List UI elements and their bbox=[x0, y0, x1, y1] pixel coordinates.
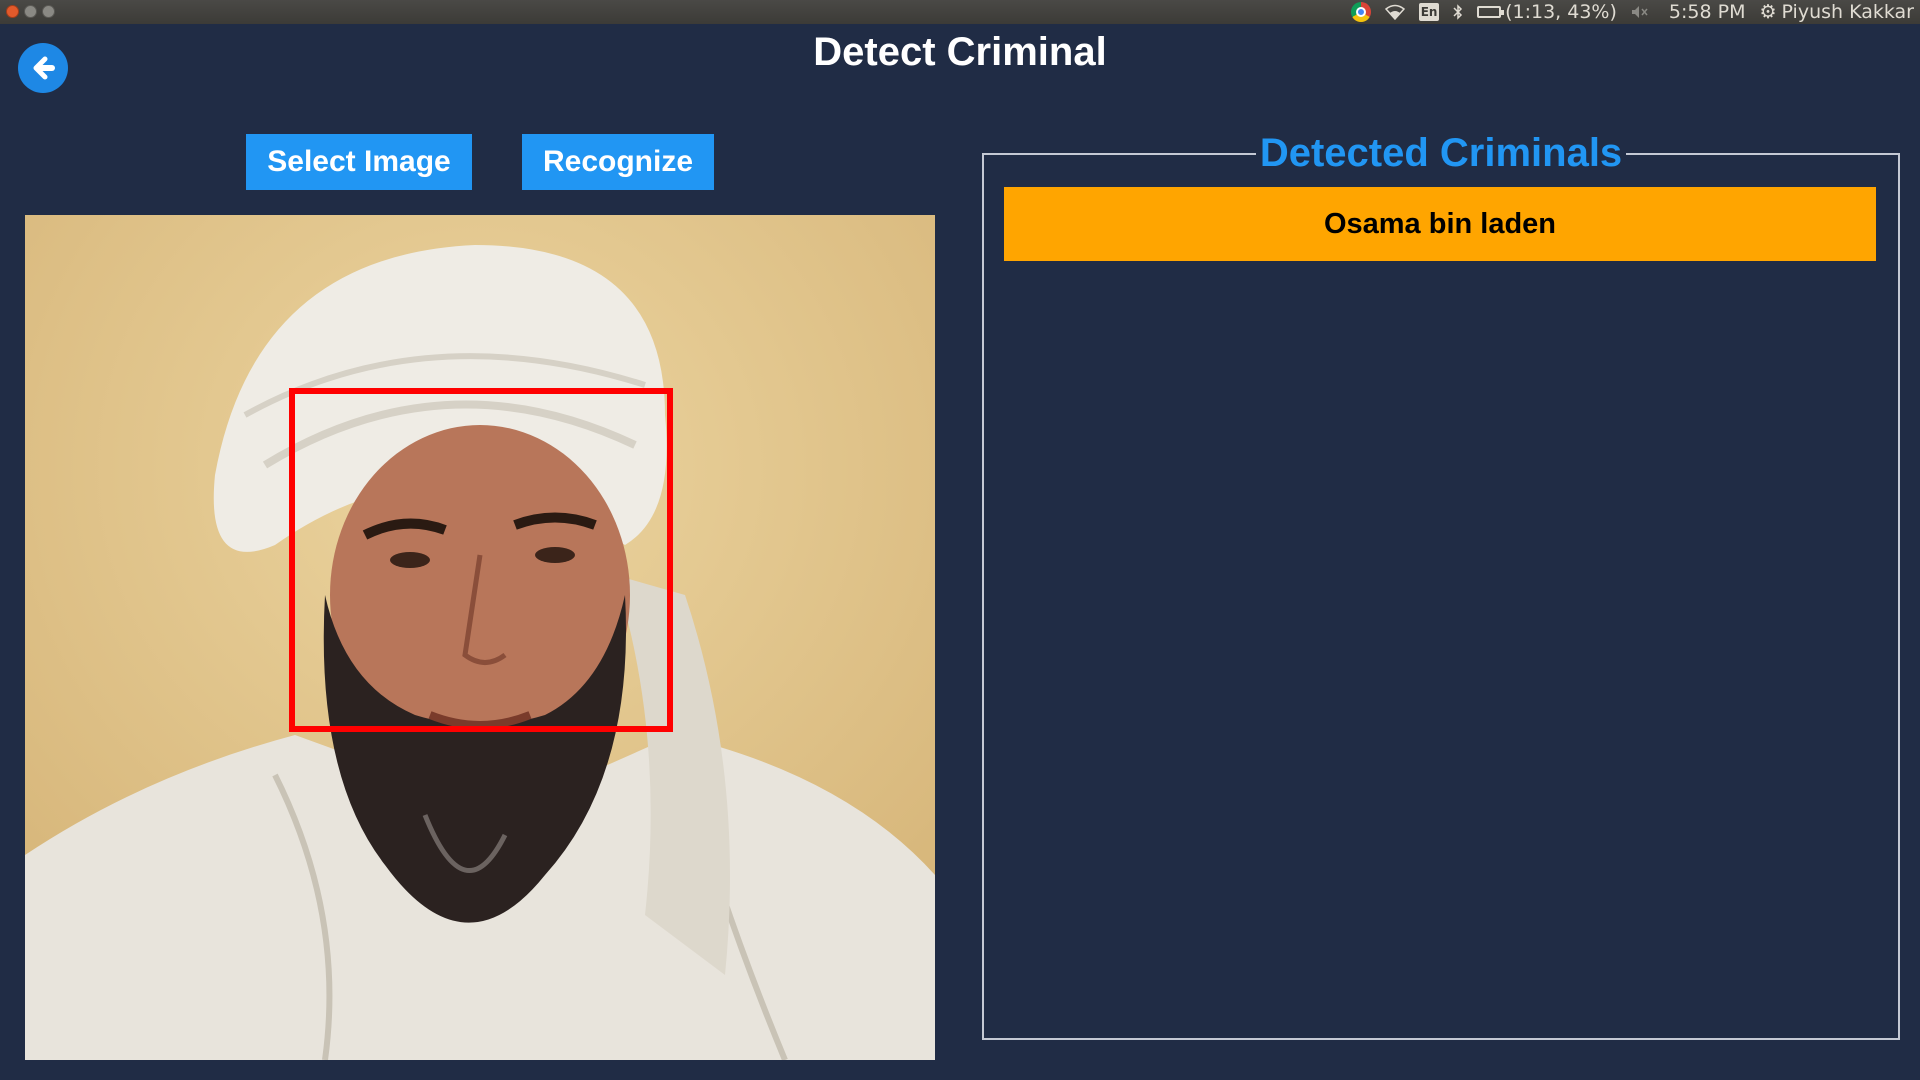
battery-status[interactable]: (1:13, 43%) bbox=[1477, 1, 1617, 23]
image-preview bbox=[25, 215, 935, 1060]
page-title: Detect Criminal bbox=[813, 30, 1107, 74]
window-minimize-button[interactable] bbox=[24, 5, 37, 18]
volume-muted-icon[interactable] bbox=[1631, 5, 1649, 19]
recognize-button[interactable]: Recognize bbox=[522, 134, 714, 190]
select-image-button[interactable]: Select Image bbox=[246, 134, 472, 190]
window-close-button[interactable] bbox=[6, 5, 19, 18]
gear-icon: ⚙ bbox=[1759, 1, 1777, 23]
detected-criminals-panel: Detected Criminals Osama bin laden bbox=[982, 131, 1900, 1040]
battery-icon bbox=[1477, 6, 1505, 18]
result-item[interactable]: Osama bin laden bbox=[1004, 187, 1876, 261]
session-menu[interactable]: ⚙ Piyush Kakkar bbox=[1759, 1, 1914, 23]
user-name: Piyush Kakkar bbox=[1781, 1, 1914, 23]
panel-title: Detected Criminals bbox=[1255, 131, 1627, 175]
wifi-icon[interactable] bbox=[1385, 4, 1406, 20]
system-top-bar: En (1:13, 43%) 5:58 PM ⚙ Piyush Kakkar bbox=[0, 0, 1920, 24]
panel-legend: Detected Criminals bbox=[984, 131, 1898, 176]
battery-text: (1:13, 43%) bbox=[1505, 1, 1617, 23]
chrome-icon[interactable] bbox=[1351, 2, 1372, 22]
clock[interactable]: 5:58 PM bbox=[1669, 1, 1746, 23]
system-indicators: En (1:13, 43%) 5:58 PM ⚙ Piyush Kakkar bbox=[1351, 0, 1914, 24]
keyboard-layout-icon[interactable]: En bbox=[1419, 3, 1440, 21]
window-maximize-button[interactable] bbox=[42, 5, 55, 18]
window-controls bbox=[6, 5, 55, 18]
bluetooth-icon[interactable] bbox=[1453, 4, 1463, 20]
detected-face-box bbox=[289, 388, 673, 732]
